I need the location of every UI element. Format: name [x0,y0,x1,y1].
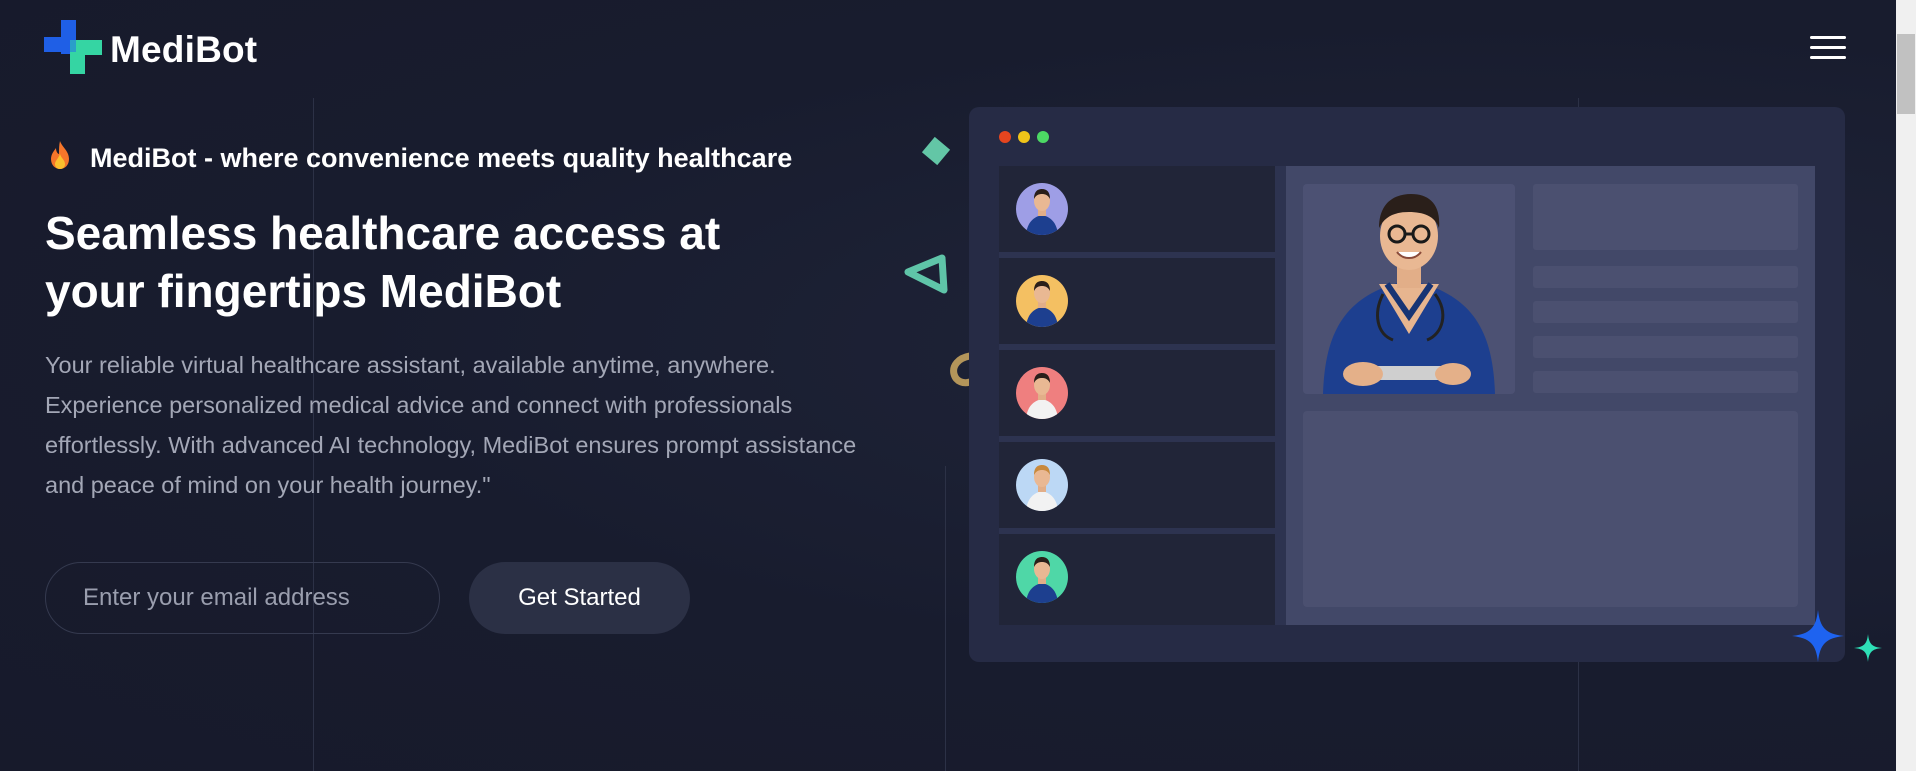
doctor-list-item[interactable] [999,350,1275,436]
scrollbar-thumb[interactable] [1897,34,1915,114]
detail-placeholder-line [1533,266,1798,288]
detail-placeholder-line [1533,371,1798,393]
doctor-detail-panel [1286,166,1815,625]
window-dot-maximize [1037,131,1049,143]
doctor-list-item[interactable] [999,442,1275,528]
window-dot-minimize [1018,131,1030,143]
hero-tagline: MediBot - where convenience meets qualit… [48,140,792,177]
doctor-photo [1303,184,1515,394]
email-input[interactable] [45,562,440,634]
tagline-text: MediBot - where convenience meets qualit… [90,143,793,173]
flame-icon [48,140,90,177]
hero-title-line2: your fingertips MediBot [45,265,562,317]
preview-content [999,166,1815,625]
window-controls [999,131,1049,143]
gold-ring-shape [950,352,970,387]
teal-sparkle-icon [1854,634,1882,662]
doctor-avatar-icon [1016,183,1068,235]
guide-line [945,466,946,771]
doctor-list [999,166,1279,625]
blue-sparkle-icon [1792,610,1844,662]
doctor-list-item[interactable] [999,166,1275,252]
hero-description: Your reliable virtual healthcare assista… [45,352,857,498]
detail-placeholder-line [1533,301,1798,323]
teal-diamond-shape [921,136,951,166]
detail-placeholder-block [1533,184,1798,250]
detail-placeholder-line [1533,336,1798,358]
hero-title-line1: Seamless healthcare access at [45,207,721,259]
brand-logo-link[interactable]: MediBot [44,20,257,79]
teal-triangle-shape [904,254,948,294]
hero-title: Seamless healthcare access at your finge… [45,204,805,320]
get-started-button[interactable]: Get Started [469,562,690,634]
doctor-avatar-icon [1016,551,1068,603]
landing-page: MediBot MediBot - where convenience meet… [0,0,1896,771]
app-preview-window [969,107,1845,662]
doctor-avatar-icon [1016,275,1068,327]
hamburger-menu-icon[interactable] [1810,36,1846,60]
brand-name: MediBot [110,28,258,70]
medical-cross-logo-icon [44,20,102,79]
scrollbar-track[interactable] [1896,0,1916,771]
doctor-avatar-icon [1016,367,1068,419]
window-dot-close [999,131,1011,143]
doctor-list-item[interactable] [999,258,1275,344]
doctor-list-item[interactable] [999,534,1275,625]
detail-placeholder-area [1303,411,1798,607]
doctor-avatar-icon [1016,459,1068,511]
